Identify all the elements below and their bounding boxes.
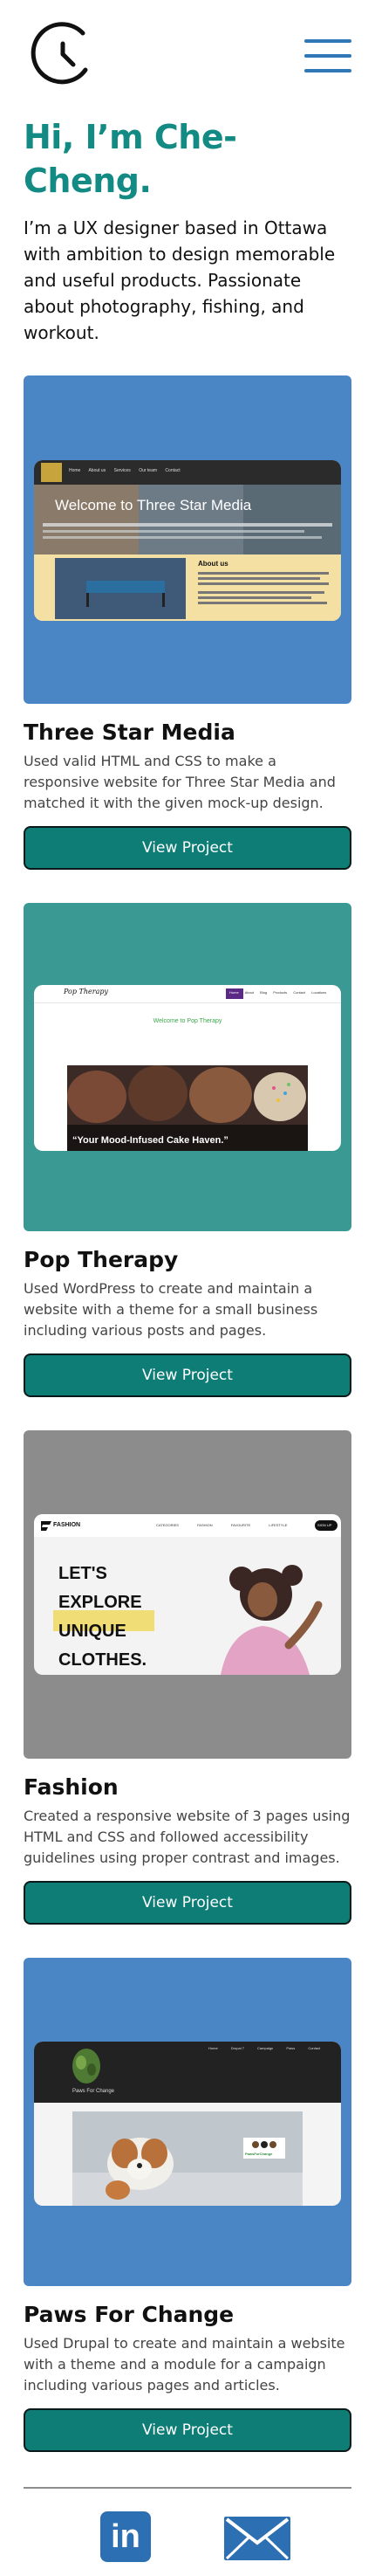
project-title: Three Star Media bbox=[24, 720, 235, 745]
preview-nav-item: Locations bbox=[311, 990, 327, 995]
preview-nav-item: About us bbox=[88, 468, 106, 473]
hero-intro: I’m a UX designer based in Ottawa with a… bbox=[24, 217, 336, 343]
three-star-media-screenshot bbox=[34, 460, 341, 621]
header bbox=[24, 0, 351, 114]
preview-badge: PawsForChange bbox=[245, 2152, 273, 2156]
paws-for-change-screenshot bbox=[34, 2042, 341, 2206]
preview-nav: Home Drupal 7 Campaign Paws Contact bbox=[208, 2046, 320, 2050]
project-card-pop-therapy: Pop Therapy Home About Blog Products Con… bbox=[24, 903, 351, 1397]
preview-nav: CATEGORIES FASHION FAVOURITE LIFESTYLE bbox=[156, 1523, 287, 1527]
project-description: Used Drupal to create and maintain a web… bbox=[24, 2335, 345, 2393]
preview-nav-item: Blog bbox=[260, 990, 268, 995]
project-card-fashion: FASHION CATEGORIES FASHION FAVOURITE LIF… bbox=[24, 1430, 351, 1925]
page: Hi, I’m Che-Cheng. I’m a UX designer bas… bbox=[0, 0, 375, 2576]
preview-nav-item: Contact bbox=[165, 468, 181, 473]
mail-icon[interactable] bbox=[224, 2517, 290, 2560]
preview-brand: Pop Therapy bbox=[64, 988, 108, 995]
preview-nav: Home About Blog Products Contact Locatio… bbox=[229, 990, 326, 995]
preview-headline-line: CLOTHES. bbox=[58, 1650, 147, 1670]
preview-nav-item: Contact bbox=[308, 2046, 321, 2050]
preview-nav: Home About us Services Our team Contact bbox=[69, 468, 181, 473]
preview-nav-item: Drupal 7 bbox=[230, 2046, 244, 2050]
preview-nav-item: FASHION bbox=[197, 1523, 213, 1527]
project-thumbnail[interactable]: Home About us Services Our team Contact … bbox=[24, 375, 351, 704]
project-card-three-star-media: Home About us Services Our team Contact … bbox=[24, 375, 351, 870]
project-title: Fashion bbox=[24, 1774, 119, 1800]
social-links: in bbox=[24, 2489, 351, 2576]
preview-nav-item: Products bbox=[273, 990, 288, 995]
project-card-paws-for-change: Home Drupal 7 Campaign Paws Contact Paws… bbox=[24, 1958, 351, 2452]
preview-headline-line: LET'S bbox=[58, 1564, 107, 1583]
preview-nav-item: Our team bbox=[139, 468, 158, 473]
preview-headline-line: UNIQUE bbox=[58, 1622, 126, 1641]
preview-tagline: “Your Mood-Infused Cake Haven.” bbox=[72, 1135, 228, 1146]
clock-logo-icon[interactable] bbox=[28, 19, 98, 89]
hamburger-menu-icon[interactable] bbox=[304, 39, 351, 72]
preview-headline-line: EXPLORE bbox=[58, 1593, 142, 1612]
preview-nav-item: Home bbox=[208, 2046, 218, 2050]
view-project-button[interactable]: View Project bbox=[24, 2408, 351, 2452]
preview-nav-item: Home bbox=[229, 990, 239, 995]
preview-heading: Welcome to Three Star Media bbox=[55, 497, 252, 513]
preview-nav-item: FAVOURITE bbox=[230, 1523, 251, 1527]
project-thumbnail[interactable]: FASHION CATEGORIES FASHION FAVOURITE LIF… bbox=[24, 1430, 351, 1759]
preview-nav-item: CATEGORIES bbox=[156, 1523, 179, 1527]
preview-brand: FASHION bbox=[53, 1522, 81, 1528]
pop-therapy-preview: Pop Therapy Home About Blog Products Con… bbox=[34, 985, 341, 1151]
three-star-media-preview: Home About us Services Our team Contact … bbox=[34, 460, 341, 621]
preview-welcome: Welcome to Pop Therapy bbox=[153, 1018, 222, 1024]
preview-brand: Paws For Change bbox=[72, 2089, 115, 2094]
pop-therapy-screenshot bbox=[34, 988, 341, 1151]
preview-nav-item: Contact bbox=[293, 990, 305, 995]
project-description: Used WordPress to create and maintain a … bbox=[24, 1280, 318, 1339]
preview-nav-item: Home bbox=[69, 468, 81, 473]
project-thumbnail[interactable]: Home Drupal 7 Campaign Paws Contact Paws… bbox=[24, 1958, 351, 2286]
preview-nav-item: LIFESTYLE bbox=[269, 1523, 288, 1527]
preview-nav-item: About bbox=[244, 990, 255, 995]
preview-nav-item: Campaign bbox=[257, 2046, 274, 2050]
paws-for-change-preview: Home Drupal 7 Campaign Paws Contact Paws… bbox=[34, 2042, 341, 2206]
preview-signup: SIGN UP bbox=[317, 1523, 332, 1527]
view-project-button[interactable]: View Project bbox=[24, 826, 351, 870]
preview-nav-item: Paws bbox=[286, 2046, 296, 2050]
project-title: Paws For Change bbox=[24, 2302, 235, 2327]
project-description: Used valid HTML and CSS to make a respon… bbox=[24, 753, 336, 811]
hero-title: Hi, I’m Che-Cheng. bbox=[24, 118, 237, 200]
fashion-preview: FASHION CATEGORIES FASHION FAVOURITE LIF… bbox=[34, 1514, 341, 1675]
linkedin-logo-text: in bbox=[111, 2518, 140, 2555]
preview-headline: LET'S EXPLORE UNIQUE CLOTHES. bbox=[58, 1560, 147, 1675]
project-description: Created a responsive website of 3 pages … bbox=[24, 1808, 351, 1866]
project-thumbnail[interactable]: Pop Therapy Home About Blog Products Con… bbox=[24, 903, 351, 1231]
preview-about-title: About us bbox=[198, 560, 228, 568]
project-title: Pop Therapy bbox=[24, 1247, 179, 1272]
view-project-button[interactable]: View Project bbox=[24, 1881, 351, 1925]
preview-nav-item: Services bbox=[113, 468, 131, 473]
view-project-button[interactable]: View Project bbox=[24, 1353, 351, 1397]
linkedin-icon[interactable]: in bbox=[100, 2511, 151, 2562]
